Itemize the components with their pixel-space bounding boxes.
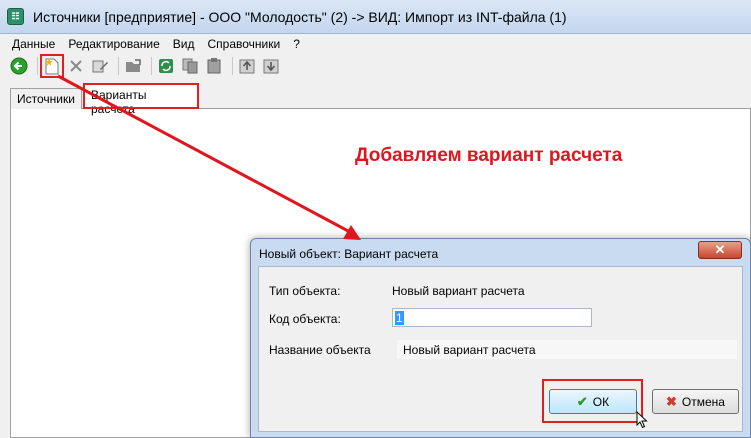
refresh-icon: [159, 59, 173, 73]
open-icon: [126, 59, 141, 72]
paste-icon: [207, 58, 221, 74]
ok-button-label: ОК: [592, 394, 610, 409]
code-input[interactable]: 1: [392, 308, 592, 327]
app-logo-icon: ☷: [7, 8, 24, 25]
toolbar-separator: [151, 57, 152, 75]
export-button[interactable]: [261, 56, 281, 76]
code-label: Код объекта:: [269, 312, 341, 326]
delete-icon: [70, 60, 82, 72]
ok-button[interactable]: ✔ ОК: [549, 389, 637, 414]
dialog-body: Тип объекта: Новый вариант расчета Код о…: [258, 266, 743, 432]
new-object-dialog: Новый объект: Вариант расчета ✕ Тип объе…: [250, 238, 751, 438]
open-button[interactable]: [123, 56, 143, 76]
mouse-cursor-icon: [636, 411, 648, 429]
name-label: Название объекта: [269, 343, 371, 357]
close-icon: ✕: [714, 242, 726, 257]
window-title: Источники [предприятие] - ООО "Молодость…: [33, 8, 567, 25]
new-object-icon: [45, 58, 59, 75]
menu-data[interactable]: Данные: [12, 37, 55, 51]
dialog-close-button[interactable]: ✕: [698, 241, 742, 259]
menu-edit[interactable]: Редактирование: [68, 37, 159, 51]
import-button[interactable]: [237, 56, 257, 76]
name-input-value: Новый вариант расчета: [403, 342, 536, 357]
edit-icon: [92, 60, 108, 73]
cancel-button[interactable]: ✖ Отмена: [652, 389, 739, 414]
cancel-button-label: Отмена: [681, 394, 725, 409]
menu-help[interactable]: ?: [293, 37, 300, 51]
menu-bar: Данные Редактирование Вид Справочники ?: [0, 34, 751, 54]
checkmark-icon: ✔: [576, 393, 588, 409]
delete-button[interactable]: [66, 56, 86, 76]
export-icon: [263, 59, 279, 74]
toolbar-separator: [232, 57, 233, 75]
window-title-bar: ☷ Источники [предприятие] - ООО "Молодос…: [0, 0, 751, 34]
tab-sources[interactable]: Источники: [10, 88, 82, 109]
back-button[interactable]: [9, 56, 29, 76]
dialog-title: Новый объект: Вариант расчета: [259, 247, 439, 261]
menu-references[interactable]: Справочники: [208, 37, 281, 51]
annotation-text: Добавляем вариант расчета: [355, 145, 623, 166]
copy-icon: [182, 58, 198, 74]
type-label: Тип объекта:: [269, 284, 341, 298]
edit-button[interactable]: [90, 56, 110, 76]
paste-button[interactable]: [204, 56, 224, 76]
refresh-button[interactable]: [156, 56, 176, 76]
toolbar-separator: [118, 57, 119, 75]
name-input[interactable]: Новый вариант расчета: [397, 340, 737, 359]
toolbar: [0, 54, 751, 78]
tab-calculation-variants[interactable]: Варианты расчета: [83, 83, 199, 116]
import-icon: [239, 59, 255, 74]
menu-view[interactable]: Вид: [173, 37, 195, 51]
new-object-button[interactable]: [40, 54, 64, 78]
cancel-x-icon: ✖: [666, 393, 677, 409]
back-icon: [10, 57, 28, 75]
code-input-value: 1: [395, 310, 404, 325]
copy-button[interactable]: [180, 56, 200, 76]
toolbar-separator: [37, 57, 38, 75]
type-value: Новый вариант расчета: [392, 284, 525, 298]
